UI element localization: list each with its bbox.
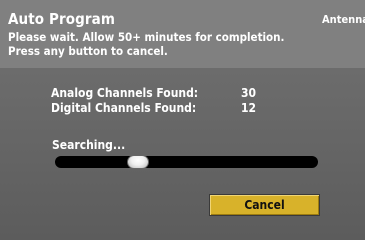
analog-channels-label: Analog Channels Found: (51, 86, 199, 100)
progress-indicator (127, 155, 149, 169)
digital-channels-count: 12 (241, 101, 257, 115)
instruction-text: Please wait. Allow 50+ minutes for compl… (8, 30, 285, 44)
digital-channels-label: Digital Channels Found: (51, 101, 197, 115)
search-status-text: Searching... (52, 138, 126, 152)
cancel-button[interactable]: Cancel (209, 194, 320, 216)
dialog-header: Auto Program Antenna Please wait. Allow … (0, 0, 365, 68)
progress-track (55, 155, 318, 169)
input-source-label: Antenna (322, 13, 365, 26)
cancel-hint-text: Press any button to cancel. (8, 44, 168, 58)
analog-channels-count: 30 (241, 86, 257, 100)
dialog-title: Auto Program (8, 10, 115, 28)
